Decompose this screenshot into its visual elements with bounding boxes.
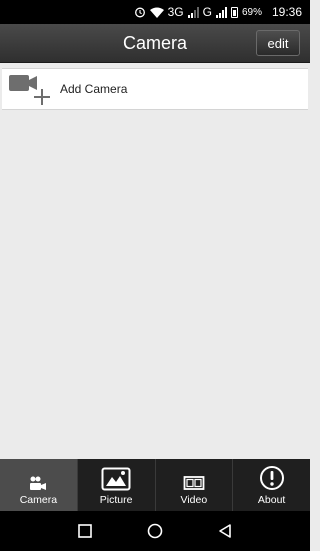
tab-about-label: About (257, 494, 286, 506)
info-icon (259, 465, 285, 491)
network-type-3g: 3G (167, 5, 184, 19)
signal-icon (187, 6, 199, 18)
camera-people-icon (28, 475, 48, 491)
tab-about[interactable]: About (233, 459, 310, 511)
add-camera-label: Add Camera (60, 82, 128, 96)
recent-apps-icon[interactable] (73, 519, 97, 543)
alarm-icon (134, 7, 145, 18)
tab-camera-label: Camera (19, 494, 58, 506)
tab-picture-label: Picture (99, 494, 133, 506)
wifi-icon (149, 7, 164, 18)
status-bar: 3G G 69% 19:36 (0, 0, 310, 24)
page-title: Camera (122, 32, 188, 53)
camera-list: Add Camera (0, 68, 310, 110)
tab-picture[interactable]: Picture (78, 459, 156, 511)
add-camera-icon (2, 69, 52, 109)
film-icon (183, 475, 205, 491)
app-header: Camera edit (0, 24, 310, 63)
add-camera-item[interactable]: Add Camera (2, 68, 308, 110)
tab-video[interactable]: Video (156, 459, 234, 511)
tab-video-label: Video (180, 494, 208, 506)
picture-icon (101, 467, 131, 491)
edit-button[interactable]: edit (256, 30, 300, 56)
clock: 19:36 (271, 5, 302, 19)
back-icon[interactable] (213, 519, 237, 543)
battery-icon (230, 6, 238, 18)
battery-level: 69% (241, 6, 262, 18)
tab-bar: Camera Picture Video About (0, 459, 310, 511)
system-nav-bar (0, 511, 310, 551)
home-icon[interactable] (143, 519, 167, 543)
signal-icon (215, 6, 227, 18)
network-type-g: G (202, 5, 212, 19)
tab-camera[interactable]: Camera (0, 459, 78, 511)
